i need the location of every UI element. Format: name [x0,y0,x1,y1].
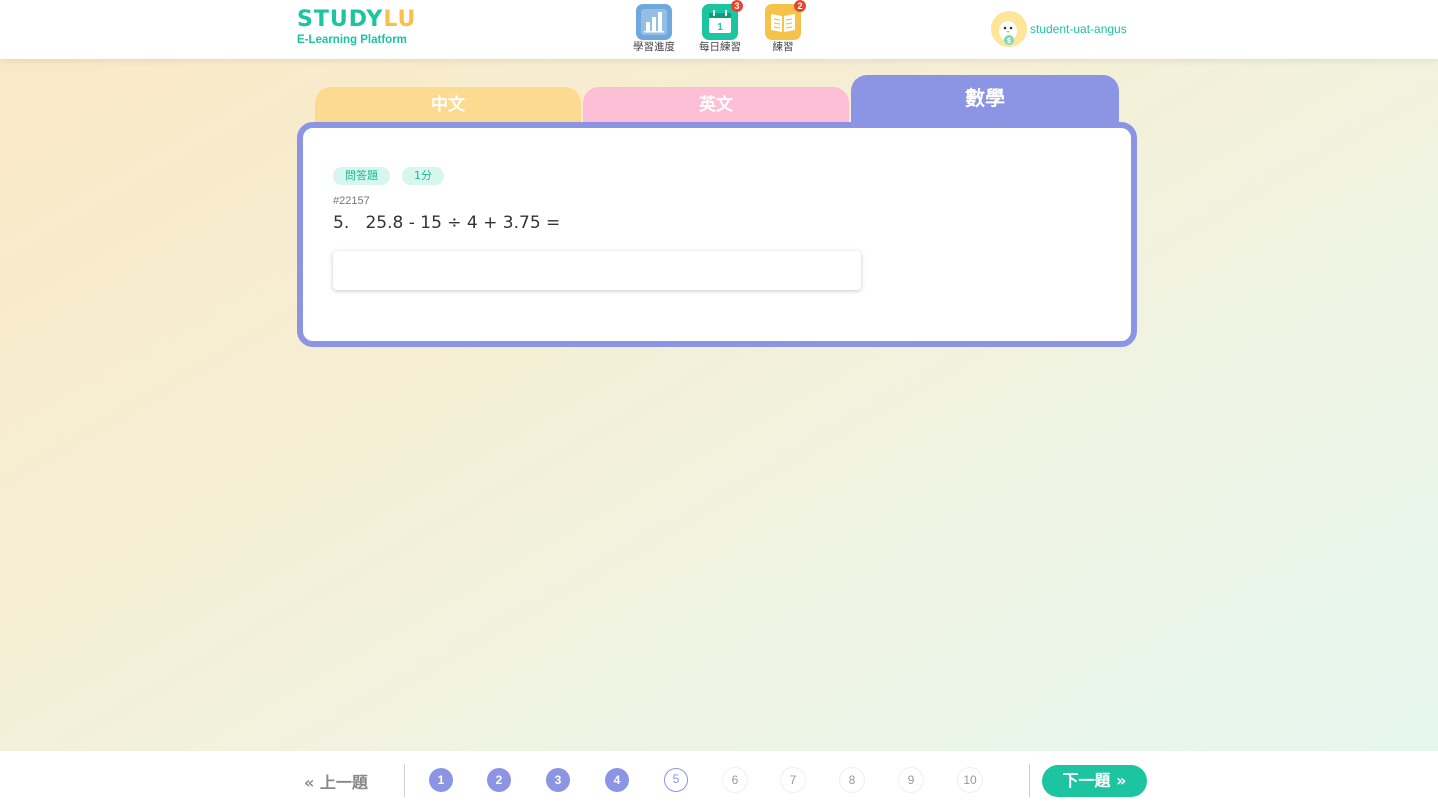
page-dot-7[interactable]: 7 [781,768,805,792]
question-id: #22157 [333,195,370,207]
studylu-logo[interactable]: STUDYLU E-Learning Platform [297,7,417,47]
tab-chinese[interactable]: 中文 [315,87,581,127]
double-chevron-left-icon: « [304,773,315,792]
nav-label: 練習 [772,41,794,53]
page-dot-6[interactable]: 6 [723,768,747,792]
question-card: 問答題 1分 #22157 5. 25.8 - 15 ÷ 4 + 3.75 = [297,122,1137,347]
next-question-button[interactable]: 下一題 » [1042,765,1147,797]
nav-daily-practice[interactable]: 1 3 每日練習 [692,0,748,53]
book-icon: 2 [765,0,806,40]
calendar-day-number: 1 [717,22,723,33]
divider [1029,764,1030,797]
previous-label: 上一題 [319,773,368,792]
tab-math[interactable]: 數學 [851,75,1119,127]
question-score-tag: 1分 [402,167,444,185]
bar-chart-icon [636,4,672,40]
question-text: 5. 25.8 - 15 ÷ 4 + 3.75 = [333,213,560,233]
page-dot-8[interactable]: 8 [840,768,864,792]
question-pager-footer: « 上一題 1 2 3 4 5 6 7 8 9 10 下一題 » [0,751,1438,808]
question-type-tag: 問答題 [333,167,390,185]
user-profile[interactable]: $ student-uat-angus [991,11,1127,47]
nav-practice[interactable]: 2 練習 [755,0,811,53]
logo-subtitle: E-Learning Platform [297,34,407,46]
question-tags: 問答題 1分 [333,167,456,185]
page-dot-9[interactable]: 9 [899,768,923,792]
top-header: STUDYLU E-Learning Platform 學習進度 1 3 每日練… [0,0,1438,59]
answer-input[interactable] [333,251,861,290]
notification-badge: 3 [731,0,743,12]
page-dot-1[interactable]: 1 [429,768,453,792]
page-dot-5[interactable]: 5 [664,768,688,792]
divider [404,764,405,797]
coin-symbol: $ [1007,38,1011,45]
calendar-icon: 1 3 [702,0,743,40]
question-expression: 25.8 - 15 ÷ 4 + 3.75 = [365,213,561,233]
chick-avatar-icon: $ [991,11,1027,47]
question-number: 5. [333,213,350,233]
previous-question-button[interactable]: « 上一題 [304,769,368,793]
page-dot-2[interactable]: 2 [487,768,511,792]
page-dot-10[interactable]: 10 [958,768,982,792]
logo-wordmark: STUDYLU [297,7,417,32]
nav-learning-progress[interactable]: 學習進度 [626,4,682,53]
nav-label: 學習進度 [633,41,675,53]
page-dot-3[interactable]: 3 [546,768,570,792]
next-label: 下一題 [1062,771,1111,790]
page-dot-4[interactable]: 4 [605,768,629,792]
double-chevron-right-icon: » [1116,771,1127,790]
page-indicators: 1 2 3 4 5 6 7 8 9 10 [429,768,1024,792]
username: student-uat-angus [1030,22,1127,36]
nav-label: 每日練習 [699,41,741,53]
tab-english[interactable]: 英文 [583,87,849,127]
notification-badge: 2 [794,0,806,12]
